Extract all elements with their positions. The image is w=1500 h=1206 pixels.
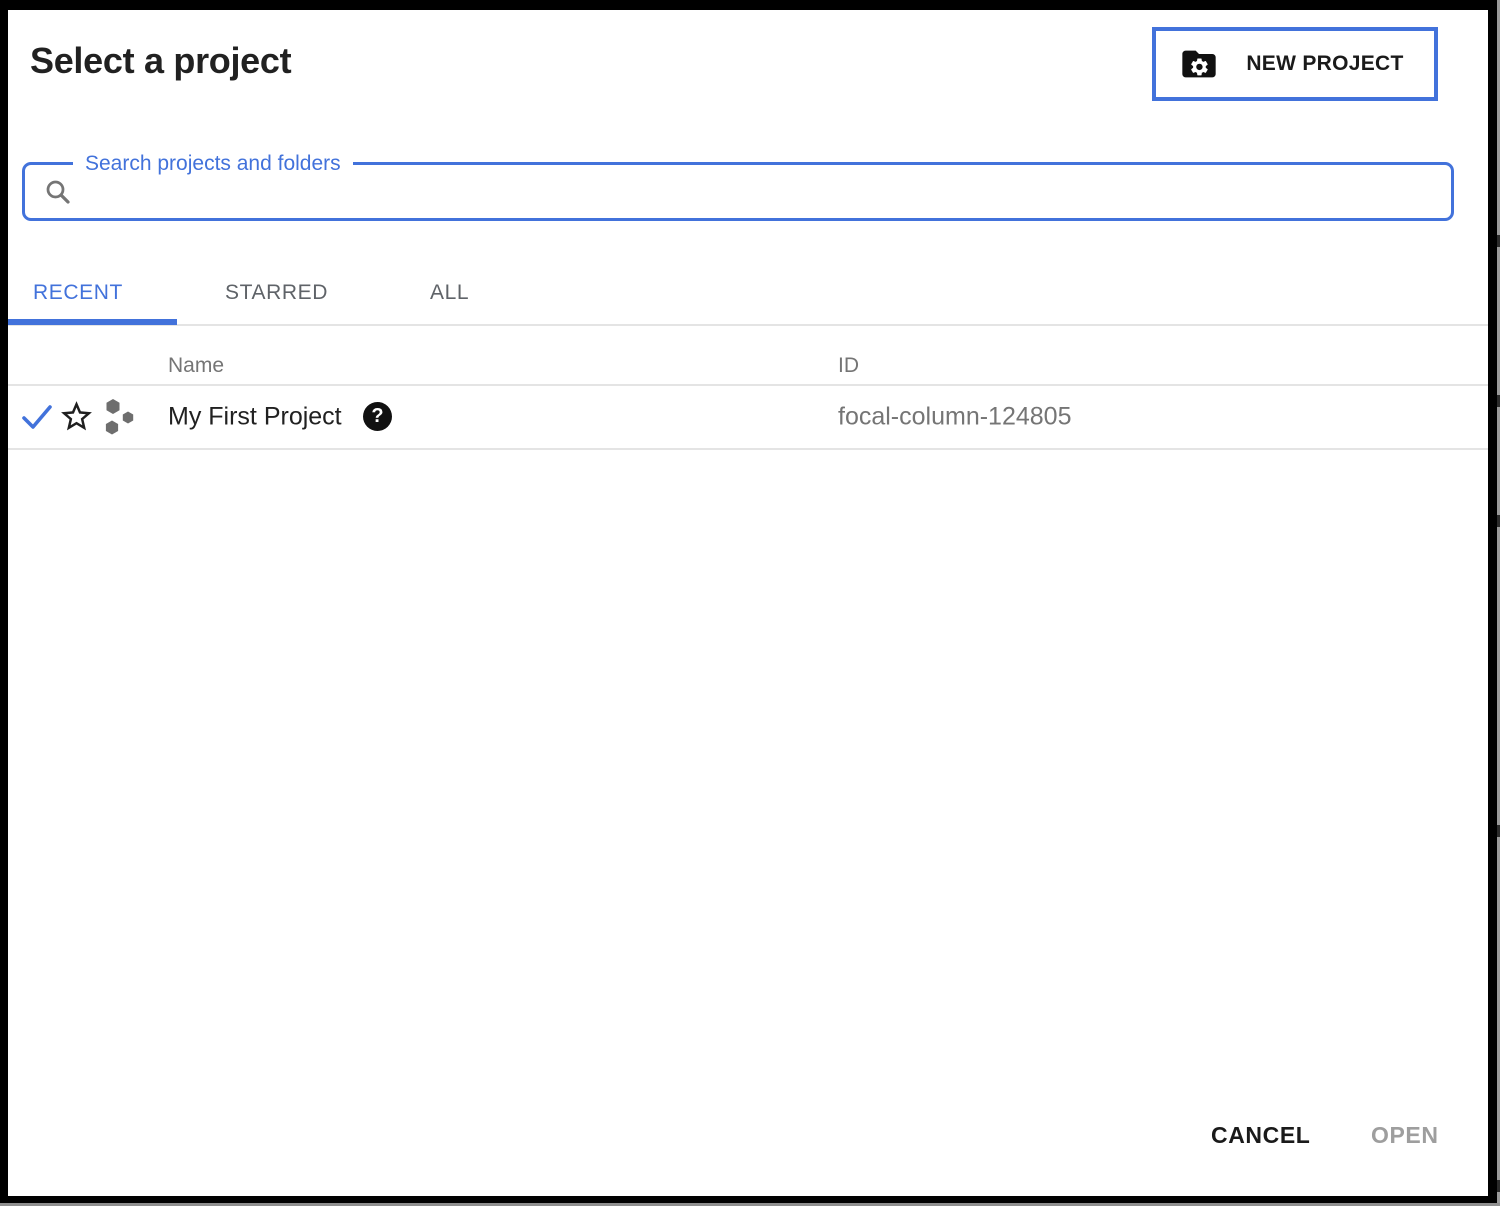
new-project-label: NEW PROJECT xyxy=(1222,52,1434,76)
tabs-divider xyxy=(8,324,1488,326)
project-hexagons-icon xyxy=(100,397,138,437)
tab-starred-label: STARRED xyxy=(225,281,328,305)
screen: Select a project NEW PROJECT Search proj… xyxy=(0,0,1500,1206)
new-project-folder-icon xyxy=(1176,44,1222,84)
dialog-title: Select a project xyxy=(30,40,291,82)
tab-all-label: ALL xyxy=(430,281,469,305)
help-icon[interactable]: ? xyxy=(363,402,392,431)
open-button[interactable]: OPEN xyxy=(1363,1112,1447,1159)
project-id: focal-column-124805 xyxy=(838,403,1071,432)
search-input[interactable] xyxy=(85,169,1439,214)
tab-recent-label: RECENT xyxy=(33,281,123,305)
column-header-name: Name xyxy=(168,354,224,378)
active-tab-underline xyxy=(8,319,177,325)
row-divider xyxy=(8,448,1488,450)
table-row-my-first-project[interactable]: My First Project ? focal-column-124805 xyxy=(8,386,1488,448)
star-toggle-icon[interactable] xyxy=(58,398,95,435)
tab-recent[interactable]: RECENT xyxy=(33,276,123,310)
search-field[interactable]: Search projects and folders xyxy=(22,162,1454,221)
tab-starred[interactable]: STARRED xyxy=(225,276,328,310)
cancel-button[interactable]: CANCEL xyxy=(1203,1112,1318,1159)
select-project-dialog: Select a project NEW PROJECT Search proj… xyxy=(8,10,1488,1196)
project-name: My First Project xyxy=(168,403,342,432)
search-icon xyxy=(43,177,73,207)
column-header-id: ID xyxy=(838,354,859,378)
new-project-button[interactable]: NEW PROJECT xyxy=(1152,27,1438,101)
selected-check-icon xyxy=(20,401,54,433)
tab-all[interactable]: ALL xyxy=(430,276,469,310)
